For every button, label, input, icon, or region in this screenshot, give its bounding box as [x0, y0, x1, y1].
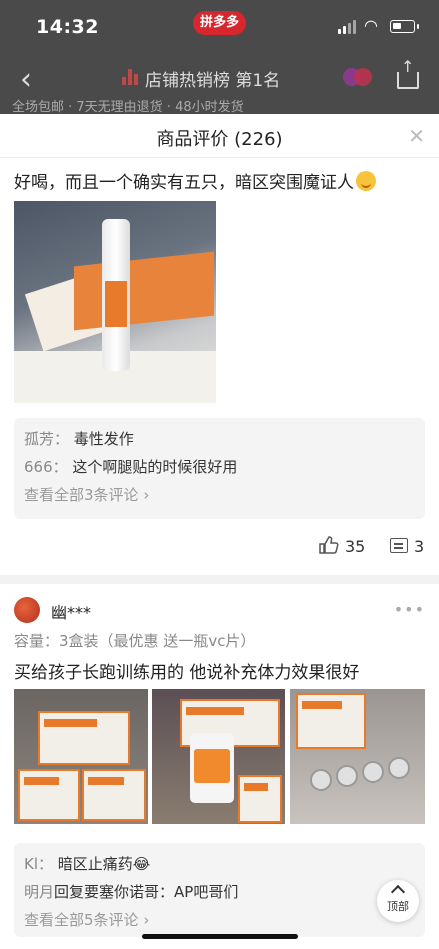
- status-bar: 14:32 拼多多 ◠: [0, 0, 439, 52]
- comment-item[interactable]: 666： 这个啊腿贴的时候很好用: [24, 456, 237, 477]
- review-sheet: 商品评价 (226) ✕ 好喝，而且一个确实有五只，暗区突围魔证人 孤芳： 毒性…: [0, 114, 439, 949]
- comment-box: Kl： 暗区止痛药😂 明月回复要塞你诺哥：AP吧哥们 查看全部5条评论 ›: [14, 843, 425, 937]
- product-spec: 容量：3盒装（最优惠 送一瓶vc片）: [14, 632, 256, 650]
- reviewer-name: 幽***: [51, 603, 92, 622]
- signal-icon: [338, 20, 358, 34]
- like-count[interactable]: 35: [345, 537, 365, 556]
- more-options-icon[interactable]: •••: [394, 600, 425, 619]
- review-photo[interactable]: [14, 201, 216, 403]
- comment-box: 孤芳： 毒性发作 666： 这个啊腿贴的时候很好用 查看全部3条评论 ›: [14, 418, 425, 519]
- avatar[interactable]: [14, 597, 40, 623]
- review-photo[interactable]: [152, 689, 285, 824]
- comment-count[interactable]: 3: [414, 537, 424, 556]
- comment-icon[interactable]: [390, 538, 408, 553]
- home-indicator[interactable]: [142, 934, 298, 939]
- brand-logo: 拼多多: [193, 11, 246, 35]
- rank-label[interactable]: 店铺热销榜 第1名: [145, 66, 280, 91]
- review-text: 买给孩子长跑训练用的 他说补充体力效果很好: [14, 663, 360, 683]
- more-menu-icon[interactable]: [343, 68, 373, 86]
- scroll-to-top-button[interactable]: 顶部: [377, 880, 419, 922]
- smile-emoji-icon: [356, 171, 376, 191]
- review-photo[interactable]: [290, 689, 425, 824]
- sheet-header: 商品评价 (226) ✕: [0, 114, 439, 158]
- thumb-up-icon[interactable]: [319, 536, 339, 554]
- view-all-comments-link[interactable]: 查看全部3条评论 ›: [24, 484, 149, 505]
- sheet-title: 商品评价 (226): [156, 129, 283, 150]
- close-icon[interactable]: ✕: [408, 124, 425, 148]
- service-promise-strip: 全场包邮 · 7天无理由退货 · 48小时发货: [0, 96, 439, 114]
- section-divider: [0, 575, 439, 584]
- comment-item[interactable]: Kl： 暗区止痛药😂: [24, 853, 150, 874]
- view-all-comments-link[interactable]: 查看全部5条评论 ›: [24, 909, 149, 930]
- wifi-icon: ◠: [364, 16, 378, 35]
- share-icon[interactable]: [397, 57, 419, 89]
- review-text: 好喝，而且一个确实有五只，暗区突围魔证人: [14, 168, 376, 193]
- status-time: 14:32: [36, 16, 99, 38]
- scroll-to-top-label: 顶部: [387, 900, 409, 913]
- comment-item[interactable]: 孤芳： 毒性发作: [24, 428, 134, 449]
- rank-chart-icon: [122, 69, 138, 85]
- comment-item[interactable]: 明月回复要塞你诺哥：AP吧哥们: [24, 881, 238, 902]
- battery-icon: [390, 20, 419, 33]
- arrow-up-icon: [390, 884, 406, 900]
- back-icon[interactable]: ‹: [20, 62, 32, 97]
- review-photo[interactable]: [14, 689, 148, 824]
